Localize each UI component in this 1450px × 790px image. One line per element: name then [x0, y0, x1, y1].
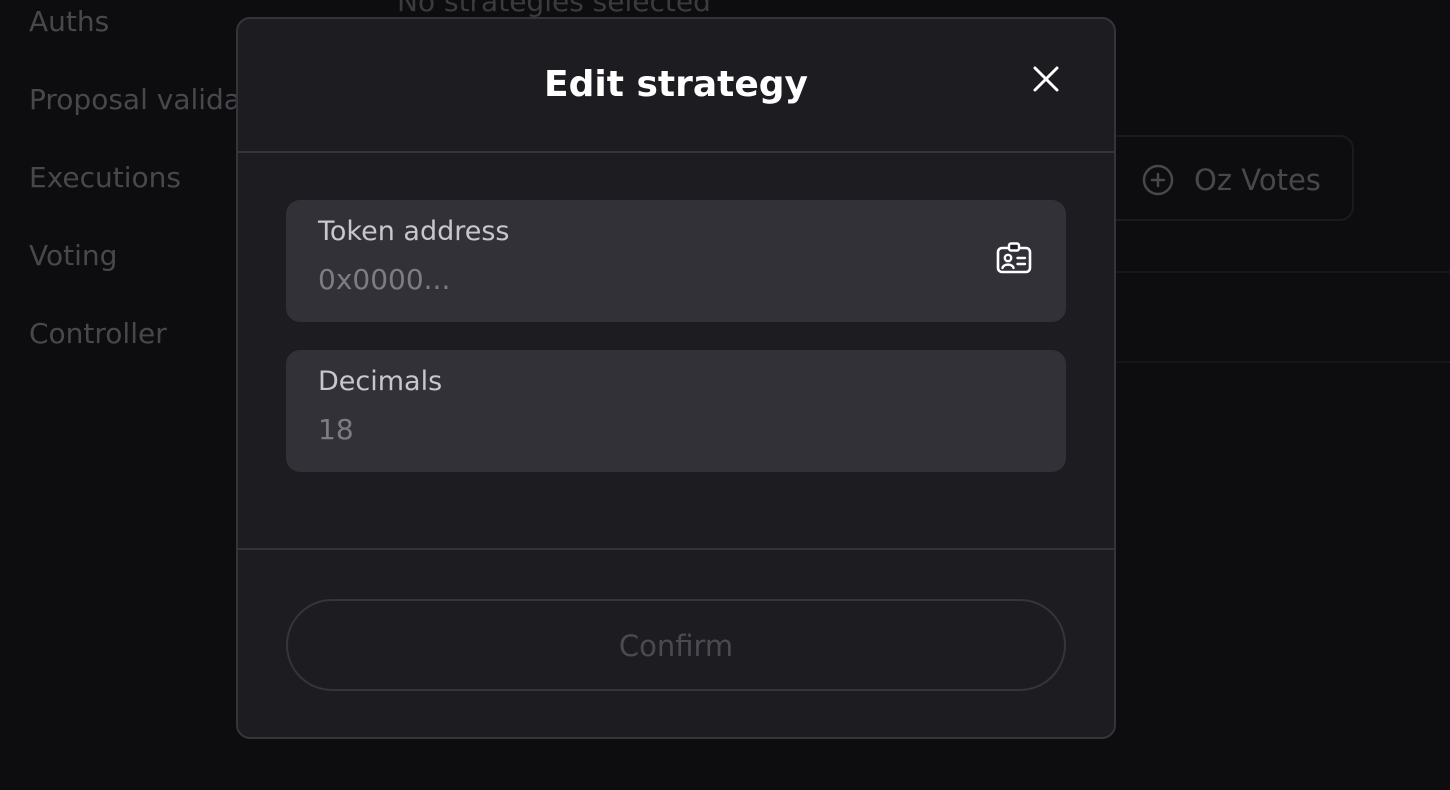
confirm-button[interactable]: Confirm [286, 599, 1066, 691]
page: Auths Proposal valida Executions Voting … [0, 0, 1450, 790]
edit-strategy-modal: Edit strategy Token address 0x0000... De… [236, 17, 1116, 739]
decimals-field[interactable]: Decimals [286, 350, 1066, 472]
token-address-label: Token address [318, 216, 510, 247]
modal-header: Edit strategy [238, 19, 1114, 153]
close-icon [1032, 65, 1060, 97]
close-button[interactable] [1028, 63, 1064, 99]
decimals-input[interactable] [318, 412, 958, 448]
modal-title: Edit strategy [544, 64, 808, 105]
decimals-label: Decimals [318, 366, 443, 397]
token-address-field[interactable]: Token address [286, 200, 1066, 322]
contact-card-icon [996, 242, 1032, 278]
address-book-button[interactable] [994, 240, 1034, 280]
token-address-input[interactable] [318, 262, 958, 298]
footer-divider [238, 548, 1114, 550]
